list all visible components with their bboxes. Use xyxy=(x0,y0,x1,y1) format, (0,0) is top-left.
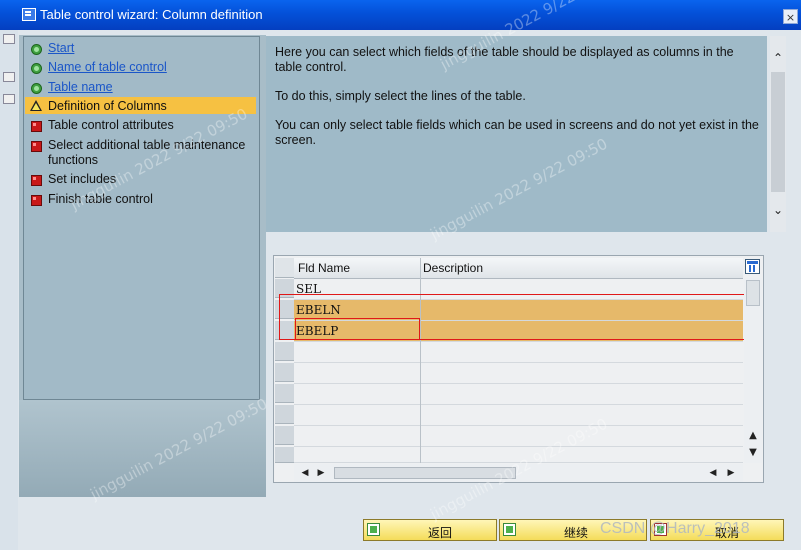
row-selector[interactable] xyxy=(275,363,294,382)
step-label: Select additional table maintenance func… xyxy=(48,138,246,167)
column-header-description[interactable]: Description xyxy=(423,261,483,275)
scrollbar-thumb[interactable] xyxy=(771,72,785,192)
step-select-additional-functions: Select additional table maintenance func… xyxy=(25,136,256,168)
annotation-highlight-corner xyxy=(295,318,420,340)
scroll-right-end-icon[interactable]: ▶ xyxy=(726,467,736,479)
back-icon xyxy=(367,523,380,536)
step-table-name[interactable]: Table name xyxy=(25,78,256,95)
step-label: Table control attributes xyxy=(48,118,174,132)
column-header-fld-name[interactable]: Fld Name xyxy=(298,261,350,275)
table-row-empty[interactable] xyxy=(294,447,743,463)
info-text: To do this, simply select the lines of t… xyxy=(275,89,526,103)
scroll-up-icon[interactable]: ⌃ xyxy=(772,52,784,64)
close-button[interactable]: × xyxy=(783,9,798,24)
step-definition-of-columns[interactable]: Definition of Columns xyxy=(25,97,256,114)
window-titlebar: Table control wizard: Column definition … xyxy=(0,0,801,30)
background-window-icon xyxy=(3,94,15,104)
background-window-strip xyxy=(0,30,18,550)
info-text: Here you can select which fields of the … xyxy=(275,45,734,74)
steps-panel-footer xyxy=(19,400,266,497)
scroll-down-icon[interactable]: ▼ xyxy=(747,447,759,459)
step-label: Set includes xyxy=(48,172,117,186)
back-button-label: 返回 xyxy=(428,526,453,540)
window-title: Table control wizard: Column definition xyxy=(40,7,263,22)
table-row-empty[interactable] xyxy=(294,405,743,426)
scroll-down-icon[interactable]: ⌄ xyxy=(772,204,784,216)
step-current-warning-icon xyxy=(30,100,42,111)
table-settings-icon[interactable] xyxy=(745,259,760,274)
scrollbar-thumb[interactable] xyxy=(746,280,760,306)
scroll-left-end-icon[interactable]: ◀ xyxy=(708,467,718,479)
step-label: Table name xyxy=(48,80,113,94)
table-header: Fld Name Description xyxy=(294,258,743,279)
step-pending-icon xyxy=(31,175,42,186)
window-icon xyxy=(22,8,36,21)
continue-icon xyxy=(503,523,516,536)
step-label: Finish table control xyxy=(48,192,153,206)
step-pending-icon xyxy=(31,121,42,132)
step-name-of-table-control[interactable]: Name of table control xyxy=(25,58,256,75)
step-pending-icon xyxy=(31,195,42,206)
step-label: Name of table control xyxy=(48,60,167,74)
info-text: You can only select table fields which c… xyxy=(275,118,759,147)
row-selector[interactable] xyxy=(275,426,294,445)
table-row-empty[interactable] xyxy=(294,363,743,384)
back-button[interactable]: 返回 xyxy=(363,519,497,541)
scroll-up-icon[interactable]: ▲ xyxy=(747,430,759,442)
continue-button-label: 继续 xyxy=(564,526,589,540)
step-label: Definition of Columns xyxy=(48,99,167,113)
table-row-empty[interactable] xyxy=(294,384,743,405)
step-table-control-attributes: Table control attributes xyxy=(25,116,256,133)
column-separator xyxy=(420,258,421,463)
scroll-right-icon[interactable]: ▶ xyxy=(316,467,326,479)
step-done-icon xyxy=(31,83,42,94)
step-done-icon xyxy=(31,44,42,55)
step-pending-icon xyxy=(31,141,42,152)
background-window-icon xyxy=(3,72,15,82)
step-start[interactable]: Start xyxy=(25,39,256,56)
row-selector[interactable] xyxy=(275,405,294,424)
info-panel: Here you can select which fields of the … xyxy=(266,36,767,232)
step-label: Start xyxy=(48,41,75,55)
csdn-watermark: CSDN @Harry_2018 xyxy=(600,520,750,537)
table-row-empty[interactable] xyxy=(294,426,743,447)
background-window-icon xyxy=(3,34,15,44)
row-selector[interactable] xyxy=(275,342,294,361)
info-scrollbar[interactable]: ⌃ ⌄ xyxy=(770,36,786,232)
scrollbar-thumb[interactable] xyxy=(334,467,516,479)
step-set-includes: Set includes xyxy=(25,170,256,187)
select-all-cell[interactable] xyxy=(275,258,294,278)
step-done-icon xyxy=(31,63,42,74)
table-horizontal-scrollbar[interactable]: ◀ ▶ ◀ ▶ xyxy=(294,464,743,482)
scroll-left-icon[interactable]: ◀ xyxy=(300,467,310,479)
row-selector[interactable] xyxy=(275,384,294,403)
table-vertical-scrollbar[interactable]: ▲ ▼ xyxy=(744,278,762,463)
table-row-empty[interactable] xyxy=(294,342,743,363)
row-selector[interactable] xyxy=(275,447,294,463)
step-finish-table-control: Finish table control xyxy=(25,190,256,207)
